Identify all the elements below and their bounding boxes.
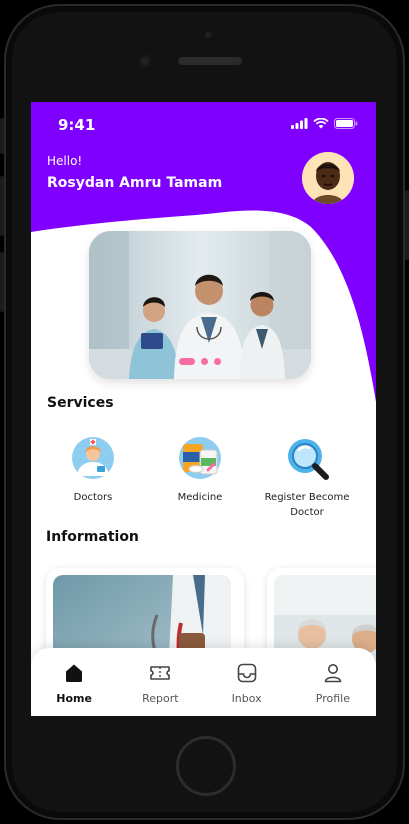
nav-profile[interactable]: Profile (290, 648, 376, 716)
inbox-icon (237, 663, 256, 683)
volume-up-button (0, 176, 4, 236)
nav-label: Inbox (231, 692, 262, 705)
service-label: Medicine (177, 492, 223, 503)
carousel-dot-2[interactable] (201, 358, 208, 365)
avatar[interactable] (302, 152, 354, 204)
status-bar: 9:41 (31, 102, 376, 148)
ticket-icon (150, 666, 171, 680)
services-title: Services (47, 395, 114, 411)
mute-switch (0, 118, 4, 154)
doctor-icon (72, 437, 114, 479)
app-screen: 9:41 Hello! Rosydan Amru Tamam Services … (31, 102, 376, 716)
information-title: Information (46, 529, 139, 545)
user-avatar-icon (302, 152, 354, 204)
carousel-dots[interactable] (179, 358, 221, 365)
nav-home[interactable]: Home (31, 648, 117, 716)
bottom-nav: Home Report Inbox Profile (31, 648, 376, 716)
medicine-icon (179, 437, 221, 479)
nav-label: Home (56, 692, 92, 705)
proximity-sensor (205, 31, 212, 38)
promo-banner[interactable] (89, 231, 311, 379)
doctors-team-image (89, 231, 311, 379)
home-icon (66, 664, 83, 682)
front-camera (138, 54, 152, 68)
carousel-dot-3[interactable] (214, 358, 221, 365)
service-register-doctor[interactable]: Register Become Doctor (252, 436, 362, 520)
wifi-icon (313, 118, 329, 129)
search-magnifier-icon (288, 439, 329, 480)
battery-icon (334, 118, 358, 129)
service-doctors[interactable]: Doctors (38, 436, 148, 505)
hardware-home-button[interactable] (176, 736, 236, 796)
nav-label: Profile (315, 692, 350, 705)
signal-icon (291, 118, 308, 129)
profile-icon (324, 664, 342, 683)
status-icons (291, 118, 358, 129)
user-name: Rosydan Amru Tamam (47, 175, 223, 191)
greeting-text: Hello! (47, 154, 83, 168)
service-label: Doctors (73, 492, 113, 503)
earpiece-speaker (178, 57, 242, 65)
volume-down-button (0, 252, 4, 312)
power-button (405, 190, 409, 260)
nav-inbox[interactable]: Inbox (204, 648, 290, 716)
service-medicine[interactable]: Medicine (145, 436, 255, 505)
service-label: Register Become Doctor (264, 492, 350, 518)
nav-report[interactable]: Report (117, 648, 203, 716)
nav-label: Report (142, 692, 179, 705)
status-time: 9:41 (58, 116, 96, 134)
carousel-dot-1[interactable] (179, 358, 195, 365)
